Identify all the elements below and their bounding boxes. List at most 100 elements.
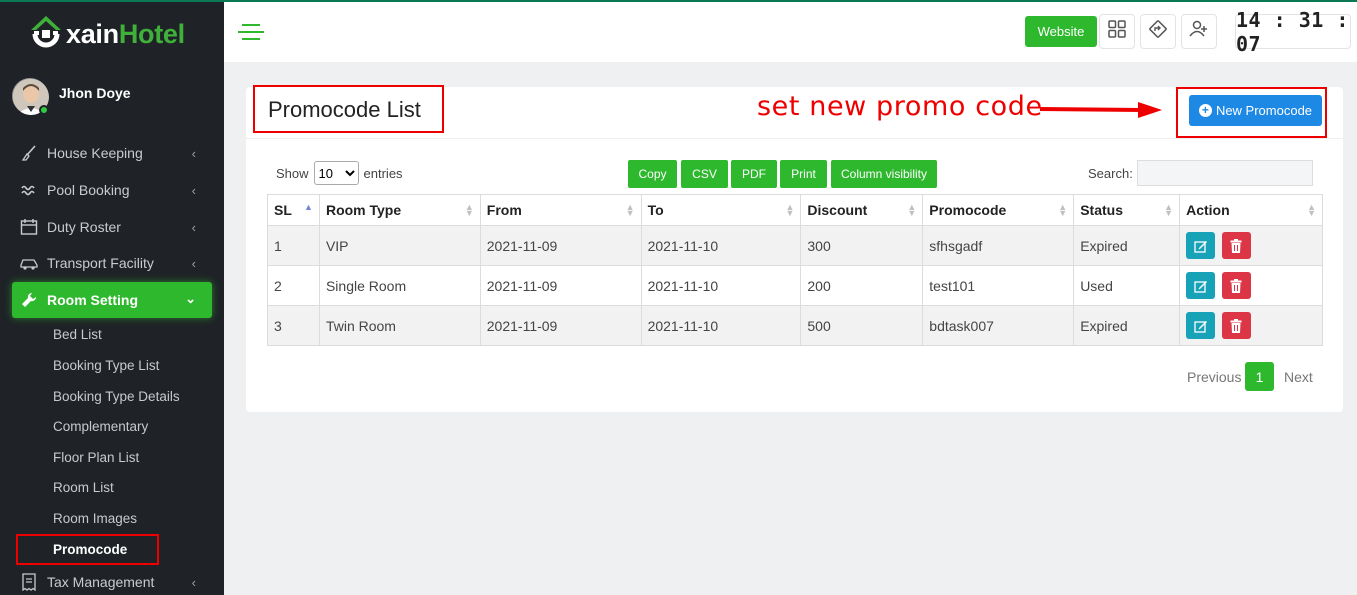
cell-sl: 1 xyxy=(267,225,320,266)
chevron-down-icon: ⌄ xyxy=(185,291,196,306)
sidebar-subitem-room-list[interactable]: Room List xyxy=(53,480,114,495)
edit-button[interactable] xyxy=(1186,232,1216,259)
cell-action xyxy=(1179,265,1323,306)
logo-text-prefix: xain xyxy=(66,18,119,49)
edit-icon xyxy=(1193,320,1207,333)
sort-icon: ▲ ▼ xyxy=(907,202,917,218)
column-header-room-type[interactable]: Room Type ▲ ▼ xyxy=(318,194,481,226)
house-logo-icon xyxy=(28,14,64,54)
sort-icon: ▲ ▼ xyxy=(785,202,795,218)
edit-button[interactable] xyxy=(1186,272,1216,299)
delete-button[interactable] xyxy=(1221,232,1251,259)
pagination-page-1[interactable]: 1 xyxy=(1245,362,1274,391)
trash-icon xyxy=(1230,278,1242,293)
promocode-table: SL ▲ Room Type ▲ ▼ From ▲ ▼ To ▲ ▼ Discount ▲ ▼ P… xyxy=(267,194,1323,346)
column-header-promocode[interactable]: Promocode ▲ ▼ xyxy=(922,194,1075,226)
delete-button[interactable] xyxy=(1221,312,1251,339)
cell-to: 2021-11-10 xyxy=(640,305,802,346)
user-plus-icon xyxy=(1189,20,1209,43)
sidebar-item-pool-booking[interactable]: Pool Booking ‹ xyxy=(12,172,212,208)
sidebar-item-transport-facility[interactable]: Transport Facility ‹ xyxy=(12,245,212,281)
annotation-text: set new promo code xyxy=(757,91,1043,122)
column-header-sl[interactable]: SL ▲ xyxy=(267,194,320,226)
sidebar-item-label: Duty Roster xyxy=(47,219,121,235)
sidebar-item-room-setting[interactable]: Room Setting ⌄ xyxy=(12,282,212,318)
sidebar-subitem-complementary[interactable]: Complementary xyxy=(53,419,148,434)
sort-icon: ▲ ▼ xyxy=(464,202,474,218)
sidebar-subitem-room-images[interactable]: Room Images xyxy=(53,511,137,526)
cell-to: 2021-11-10 xyxy=(640,265,802,306)
chevron-left-icon: ‹ xyxy=(191,146,196,161)
add-user-button[interactable] xyxy=(1181,14,1217,49)
directions-icon xyxy=(1148,19,1168,44)
pagination-previous[interactable]: Previous xyxy=(1187,369,1241,385)
edit-button[interactable] xyxy=(1186,312,1216,339)
entries-length-control: Show 10 entries xyxy=(276,161,403,185)
sidebar-item-house-keeping[interactable]: House Keeping ‹ xyxy=(12,135,212,171)
sidebar: xainHotel Jhon Doye House Keeping ‹ Pool… xyxy=(0,0,224,595)
logo[interactable]: xainHotel xyxy=(28,12,185,56)
column-header-status[interactable]: Status ▲ ▼ xyxy=(1073,194,1181,226)
trash-icon xyxy=(1230,318,1242,333)
edit-icon xyxy=(1193,240,1207,253)
broom-icon xyxy=(18,144,40,162)
waves-icon xyxy=(18,181,40,199)
trash-icon xyxy=(1230,238,1242,253)
delete-button[interactable] xyxy=(1221,272,1251,299)
sort-icon: ▲ ▼ xyxy=(625,202,635,218)
sidebar-item-label: Pool Booking xyxy=(47,182,130,198)
entries-select[interactable]: 10 xyxy=(313,161,359,185)
cell-action xyxy=(1179,225,1323,266)
grid-icon xyxy=(1108,20,1126,43)
csv-button[interactable]: CSV xyxy=(681,160,728,188)
cell-status: Expired xyxy=(1073,305,1181,346)
calendar-icon xyxy=(18,218,40,236)
cell-from: 2021-11-09 xyxy=(479,225,642,266)
cell-promocode: sfhsgadf xyxy=(922,225,1075,266)
user-profile[interactable]: Jhon Doye xyxy=(12,78,131,115)
cell-action xyxy=(1179,305,1323,346)
wrench-icon xyxy=(18,291,40,309)
column-header-from[interactable]: From ▲ ▼ xyxy=(479,194,642,226)
avatar[interactable] xyxy=(12,78,49,115)
sidebar-subitem-bed-list[interactable]: Bed List xyxy=(53,327,102,342)
pdf-button[interactable]: PDF xyxy=(731,160,777,188)
clock-display: 14 : 31 : 07 xyxy=(1235,8,1351,56)
sidebar-item-tax-management[interactable]: Tax Management ‹ xyxy=(12,564,212,595)
edit-icon xyxy=(1193,280,1207,293)
table-header-row: SL ▲ Room Type ▲ ▼ From ▲ ▼ To ▲ ▼ Discount ▲ ▼ P… xyxy=(267,194,1323,226)
apps-grid-button[interactable] xyxy=(1099,14,1135,49)
cell-discount: 300 xyxy=(800,225,924,266)
search-input[interactable] xyxy=(1137,160,1313,186)
chevron-left-icon: ‹ xyxy=(191,575,196,590)
menu-toggle-icon[interactable] xyxy=(238,24,264,40)
sidebar-subitem-booking-type-details[interactable]: Booking Type Details xyxy=(53,389,180,404)
table-row: 1 VIP 2021-11-09 2021-11-10 300 sfhsgadf… xyxy=(267,225,1323,266)
directions-button[interactable] xyxy=(1140,14,1176,49)
table-row: 3 Twin Room 2021-11-09 2021-11-10 500 bd… xyxy=(267,305,1323,346)
copy-button[interactable]: Copy xyxy=(628,160,677,188)
entries-label: entries xyxy=(363,165,403,181)
search-label: Search: xyxy=(1088,166,1133,181)
pagination-next[interactable]: Next xyxy=(1284,369,1313,385)
website-button[interactable]: Website xyxy=(1025,16,1097,47)
receipt-icon xyxy=(18,573,40,591)
column-header-discount[interactable]: Discount ▲ ▼ xyxy=(800,194,924,226)
annotation-highlight-box xyxy=(253,85,444,133)
annotation-highlight-box xyxy=(1176,87,1327,138)
car-icon xyxy=(18,254,40,272)
sidebar-item-duty-roster[interactable]: Duty Roster ‹ xyxy=(12,209,212,245)
sidebar-subitem-booking-type-list[interactable]: Booking Type List xyxy=(53,358,159,373)
top-header: Website 14 : 31 : 07 xyxy=(224,0,1357,62)
logo-text-suffix: Hotel xyxy=(118,18,185,49)
sidebar-item-label: Transport Facility xyxy=(47,255,154,271)
cell-sl: 3 xyxy=(267,305,320,346)
sidebar-item-label: Tax Management xyxy=(47,574,155,590)
print-button[interactable]: Print xyxy=(780,160,827,188)
column-header-to[interactable]: To ▲ ▼ xyxy=(640,194,802,226)
sidebar-subitem-floor-plan-list[interactable]: Floor Plan List xyxy=(53,450,139,465)
column-visibility-button[interactable]: Column visibility xyxy=(831,160,937,188)
column-header-action[interactable]: Action ▲ ▼ xyxy=(1179,194,1323,226)
sort-icon: ▲ ▼ xyxy=(1164,202,1174,218)
sort-icon: ▲ ▼ xyxy=(1307,202,1316,218)
